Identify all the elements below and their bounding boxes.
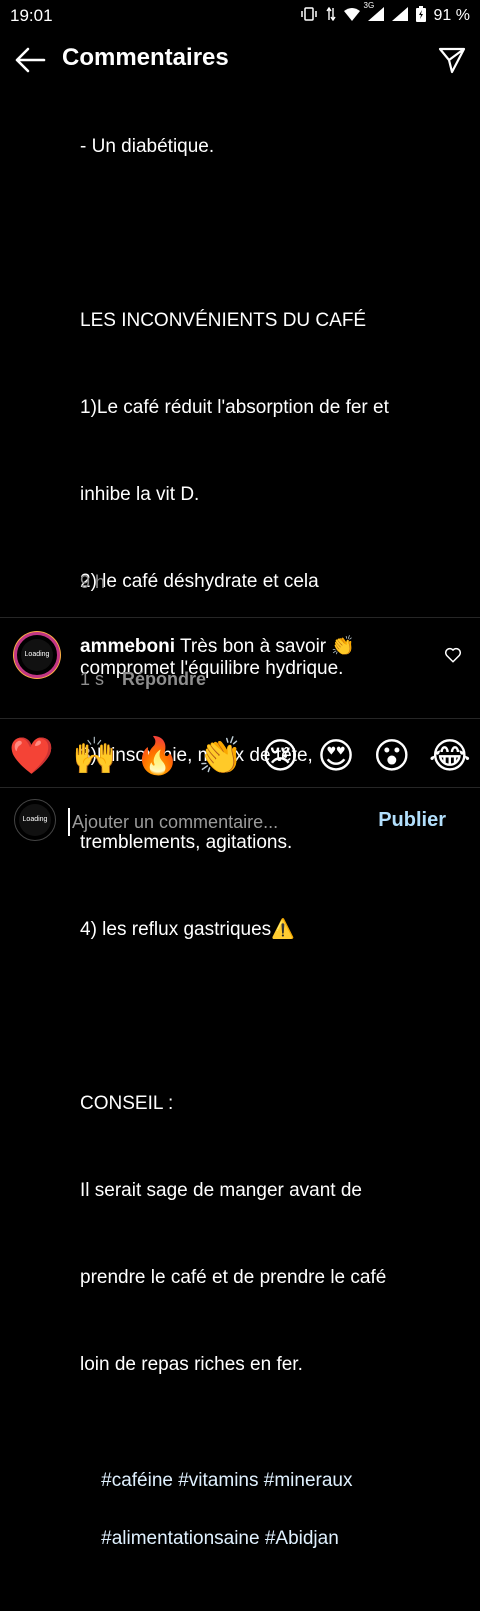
signal-g-icon [391,7,408,24]
vibrate-icon [300,7,318,24]
comment-text: Très bon à savoir 👏 [180,636,356,657]
send-icon [438,47,466,74]
wifi-icon [343,7,360,24]
comment-body: ammeboni Très bon à savoir 👏 [80,634,355,658]
battery-percent: 91 % [433,6,470,24]
laughing-emoji-button[interactable]: 😂 [429,726,471,786]
caption-line: loin de repas riches en fer. [80,1354,303,1375]
status-icons: 3G 91 % [300,1,470,25]
hashtag-link[interactable]: #alimentationsaine #Abidjan [101,1528,339,1549]
surprised-emoji-button[interactable]: 😮 [373,726,411,786]
comment-username[interactable]: ammeboni [80,636,175,657]
hashtag-link[interactable]: #caféine #vitamins #mineraux [101,1470,352,1491]
hashtags: #caféine #vitamins #mineraux #alimentati… [80,1437,460,1582]
divider [0,617,480,618]
status-bar: 19:01 3G 91 % [0,0,480,32]
comment-input[interactable] [68,808,372,836]
fire-emoji-button[interactable]: 🔥 [135,726,180,786]
emoji-quick-bar: ❤️ 🙌 🔥 👏 😢 😍 😮 😂 [0,726,480,786]
caption-line [80,219,460,248]
page-title: Commentaires [62,44,229,71]
raising-hands-emoji-button[interactable]: 🙌 [72,726,117,786]
post-caption: - Un diabétique. LES INCONVÉNIENTS DU CA… [80,74,460,1611]
arrow-left-icon [15,47,46,73]
heart-eyes-emoji-button[interactable]: 😍 [317,726,355,786]
share-button[interactable] [438,46,466,74]
heart-outline-icon [444,647,462,663]
caption-line: LES INCONVÉNIENTS DU CAFÉ [80,310,367,331]
avatar[interactable]: Loading [14,632,60,678]
caption-line: inhibe la vit D. [80,484,200,505]
clapping-emoji-button[interactable]: 👏 [198,726,243,786]
caption-timestamp: 9 h [80,572,106,592]
divider [0,787,480,788]
caption-line: prendre le café et de prendre le café [80,1267,387,1288]
caption-line: Il serait sage de manger avant de [80,1180,363,1201]
data-transfer-icon [325,6,336,24]
back-button[interactable] [14,46,46,74]
reply-button[interactable]: Répondre [122,669,206,689]
status-time: 19:01 [10,6,53,25]
caption-line: - Un diabétique. [80,136,215,157]
caption-line: 2) le café déshydrate et cela [80,571,319,592]
avatar-label: Loading [19,804,51,836]
caption-line [80,1002,460,1031]
avatar-label: Loading [21,639,53,671]
battery-icon [415,6,426,25]
publish-button[interactable]: Publier [372,808,452,833]
comment-meta: 1 s Répondre [80,669,206,690]
caption-line: 4) les reflux gastriques⚠️ [80,919,295,940]
composer-avatar: Loading [14,799,56,841]
like-comment-button[interactable] [444,646,462,664]
comment-timestamp: 1 s [80,669,105,689]
heart-emoji-button[interactable]: ❤️ [9,726,54,786]
caption-line: CONSEIL : [80,1093,174,1114]
signal-3g-icon: 3G [364,1,384,24]
network-label: 3G [363,1,375,10]
caption-line: 1)Le café réduit l'absorption de fer et [80,397,389,418]
divider [0,718,480,719]
crying-emoji-button[interactable]: 😢 [261,726,299,786]
